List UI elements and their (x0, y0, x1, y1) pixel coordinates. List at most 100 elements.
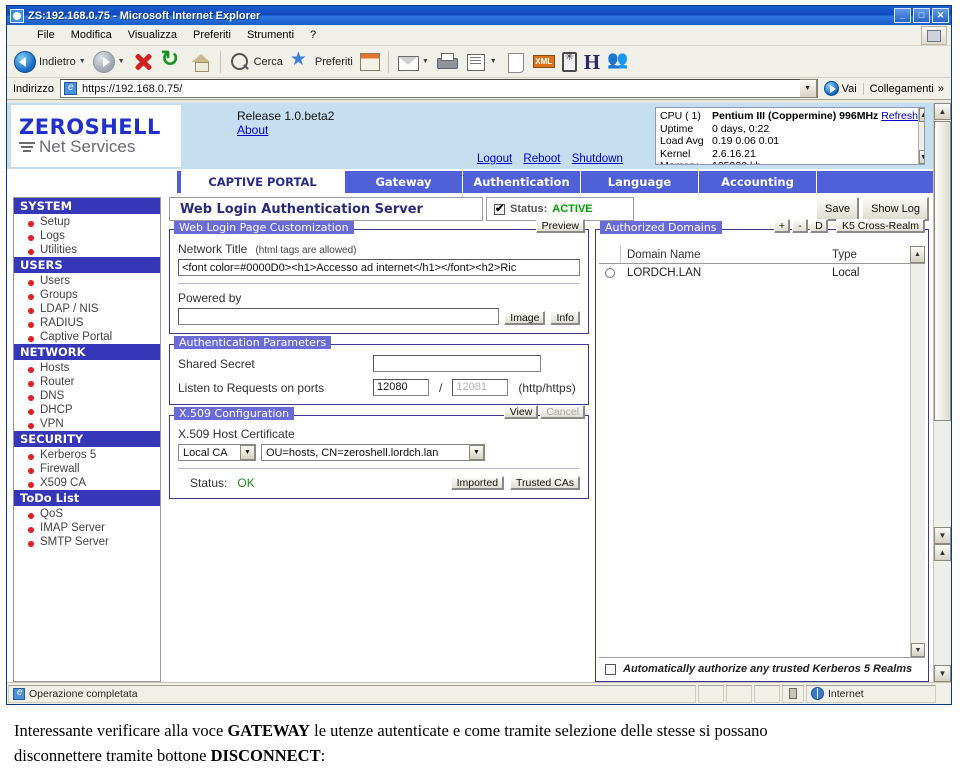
domains-scroll-down-icon[interactable]: ▼ (911, 643, 925, 657)
links-button[interactable]: Collegamenti » (862, 82, 948, 95)
imported-button[interactable]: Imported (450, 476, 505, 490)
info-button[interactable]: Info (550, 311, 580, 325)
sidebar-item-dns[interactable]: DNS (14, 389, 160, 403)
msn-button[interactable] (604, 49, 632, 75)
show-log-button[interactable]: Show Log (862, 197, 929, 221)
menu-item-strumenti[interactable]: Strumenti (239, 27, 302, 43)
sidebar-item-hosts[interactable]: Hosts (14, 361, 160, 375)
save-button[interactable]: Save (815, 197, 860, 221)
sidebar-item-imap-server[interactable]: IMAP Server (14, 521, 160, 535)
https-port-input[interactable]: 12081 (452, 379, 509, 396)
stop-button[interactable] (129, 49, 157, 75)
close-button[interactable]: ✕ (932, 8, 949, 23)
chevron-down-icon[interactable]: ▼ (79, 58, 86, 65)
messenger-button[interactable] (559, 49, 580, 75)
edit-button[interactable]: ▼ (462, 49, 500, 75)
sidebar-item-groups[interactable]: Groups (14, 288, 160, 302)
shutdown-link[interactable]: Shutdown (572, 153, 623, 165)
history-button[interactable] (357, 49, 383, 75)
logout-link[interactable]: Logout (477, 153, 512, 165)
remove-domain-button[interactable]: - (791, 219, 808, 233)
maximize-button[interactable]: □ (913, 8, 930, 23)
address-dropdown-icon[interactable]: ▼ (799, 79, 817, 98)
sidebar-item-firewall[interactable]: Firewall (14, 462, 160, 476)
search-button[interactable]: Cerca (226, 49, 286, 75)
chevron-down-icon-mail[interactable]: ▼ (422, 58, 429, 65)
tab-authentication[interactable]: Authentication (463, 171, 581, 193)
xml-button[interactable]: XML (530, 49, 558, 75)
add-domain-button[interactable]: + (773, 219, 790, 233)
chevron-down-icon-forward[interactable]: ▼ (118, 58, 125, 65)
cert-select[interactable]: OU=hosts, CN=zeroshell.lordch.lan ▼ (261, 444, 485, 461)
table-row[interactable]: LORDCH.LAN Local (599, 264, 910, 282)
minimize-button[interactable]: _ (894, 8, 911, 23)
domain-radio[interactable] (605, 268, 615, 278)
domains-scroll-up-icon[interactable]: ▲ (910, 246, 925, 263)
sidebar-item-qos[interactable]: QoS (14, 507, 160, 521)
page-scroll-track-2[interactable] (934, 561, 951, 666)
network-title-input[interactable]: <font color=#0000D0><h1>Accesso ad inter… (178, 259, 580, 276)
sidebar-item-kerberos5[interactable]: Kerberos 5 (14, 448, 160, 462)
reboot-link[interactable]: Reboot (523, 153, 560, 165)
image-button[interactable]: Image (504, 311, 546, 325)
home-button[interactable] (187, 49, 215, 75)
tab-language[interactable]: Language (581, 171, 699, 193)
chevron-down-icon-ca[interactable]: ▼ (240, 445, 255, 460)
sidebar-item-smtp-server[interactable]: SMTP Server (14, 535, 160, 549)
page-scroll-down-icon-2[interactable]: ▼ (934, 665, 951, 682)
about-link[interactable]: About (237, 123, 268, 137)
sidebar-item-radius[interactable]: RADIUS (14, 316, 160, 330)
go-button[interactable]: Vai (818, 81, 863, 96)
sysinfo-scrollbar[interactable]: ▲ ▼ (917, 108, 924, 164)
menu-item-help[interactable]: ? (302, 27, 324, 43)
sidebar-item-ldap-nis[interactable]: LDAP / NIS (14, 302, 160, 316)
scroll-down-icon[interactable]: ▼ (918, 150, 924, 164)
menu-logo-button[interactable] (921, 26, 947, 45)
preview-button[interactable]: Preview (535, 219, 585, 233)
sidebar-item-x509-ca[interactable]: X509 CA (14, 476, 160, 490)
menu-item-modifica[interactable]: Modifica (63, 27, 120, 43)
sidebar-item-vpn[interactable]: VPN (14, 417, 160, 431)
mail-button[interactable]: ▼ (394, 49, 432, 75)
k5-cross-realm-button[interactable]: K5 Cross-Realm (835, 219, 925, 233)
auto-authorize-checkbox[interactable] (605, 663, 616, 675)
refresh-button[interactable] (158, 46, 186, 75)
chevron-down-icon-cert[interactable]: ▼ (469, 445, 484, 460)
domains-scroll-track[interactable] (911, 264, 925, 643)
sidebar-item-router[interactable]: Router (14, 375, 160, 389)
back-button[interactable]: Indietro ▼ (11, 49, 89, 75)
sidebar-item-users[interactable]: Users (14, 274, 160, 288)
chevron-down-icon-edit[interactable]: ▼ (490, 58, 497, 65)
favorites-button[interactable]: Preferiti (287, 48, 356, 75)
page-button[interactable] (501, 49, 529, 75)
domains-scrollbar[interactable]: ▼ (910, 264, 925, 657)
http-port-input[interactable]: 12080 (373, 379, 429, 396)
page-scroll-track[interactable] (934, 422, 951, 527)
trusted-cas-button[interactable]: Trusted CAs (510, 476, 580, 490)
page-scroll-up-icon[interactable]: ▲ (934, 103, 951, 120)
tab-gateway[interactable]: Gateway (345, 171, 463, 193)
shared-secret-input[interactable] (373, 355, 541, 372)
sidebar-item-utilities[interactable]: Utilities (14, 243, 160, 257)
page-scrollbar[interactable]: ▲ ▼ ▲ ▼ (933, 103, 951, 682)
address-input[interactable]: https://192.168.0.75/ ▼ (59, 79, 818, 98)
forward-button[interactable]: ▼ (90, 49, 128, 75)
menu-item-visualizza[interactable]: Visualizza (120, 27, 185, 43)
page-scroll-thumb[interactable] (934, 121, 951, 421)
tab-captive-portal[interactable]: CAPTIVE PORTAL (181, 171, 345, 193)
page-scroll-down-icon[interactable]: ▼ (934, 526, 951, 544)
scroll-up-icon[interactable]: ▲ (918, 108, 924, 122)
h-button[interactable]: H (581, 49, 603, 75)
view-button[interactable]: View (503, 405, 539, 419)
refresh-link[interactable]: Refresh (881, 110, 918, 122)
sidebar-item-setup[interactable]: Setup (14, 215, 160, 229)
status-checkbox[interactable] (494, 202, 505, 215)
sidebar-item-logs[interactable]: Logs (14, 229, 160, 243)
sidebar-item-dhcp[interactable]: DHCP (14, 403, 160, 417)
print-button[interactable] (433, 49, 461, 75)
d-domain-button[interactable]: D (809, 219, 828, 233)
powered-by-input[interactable] (178, 308, 500, 325)
menu-item-file[interactable]: File (29, 27, 63, 43)
menu-item-preferiti[interactable]: Preferiti (185, 27, 239, 43)
page-scroll-up-icon-2[interactable]: ▲ (934, 543, 951, 561)
